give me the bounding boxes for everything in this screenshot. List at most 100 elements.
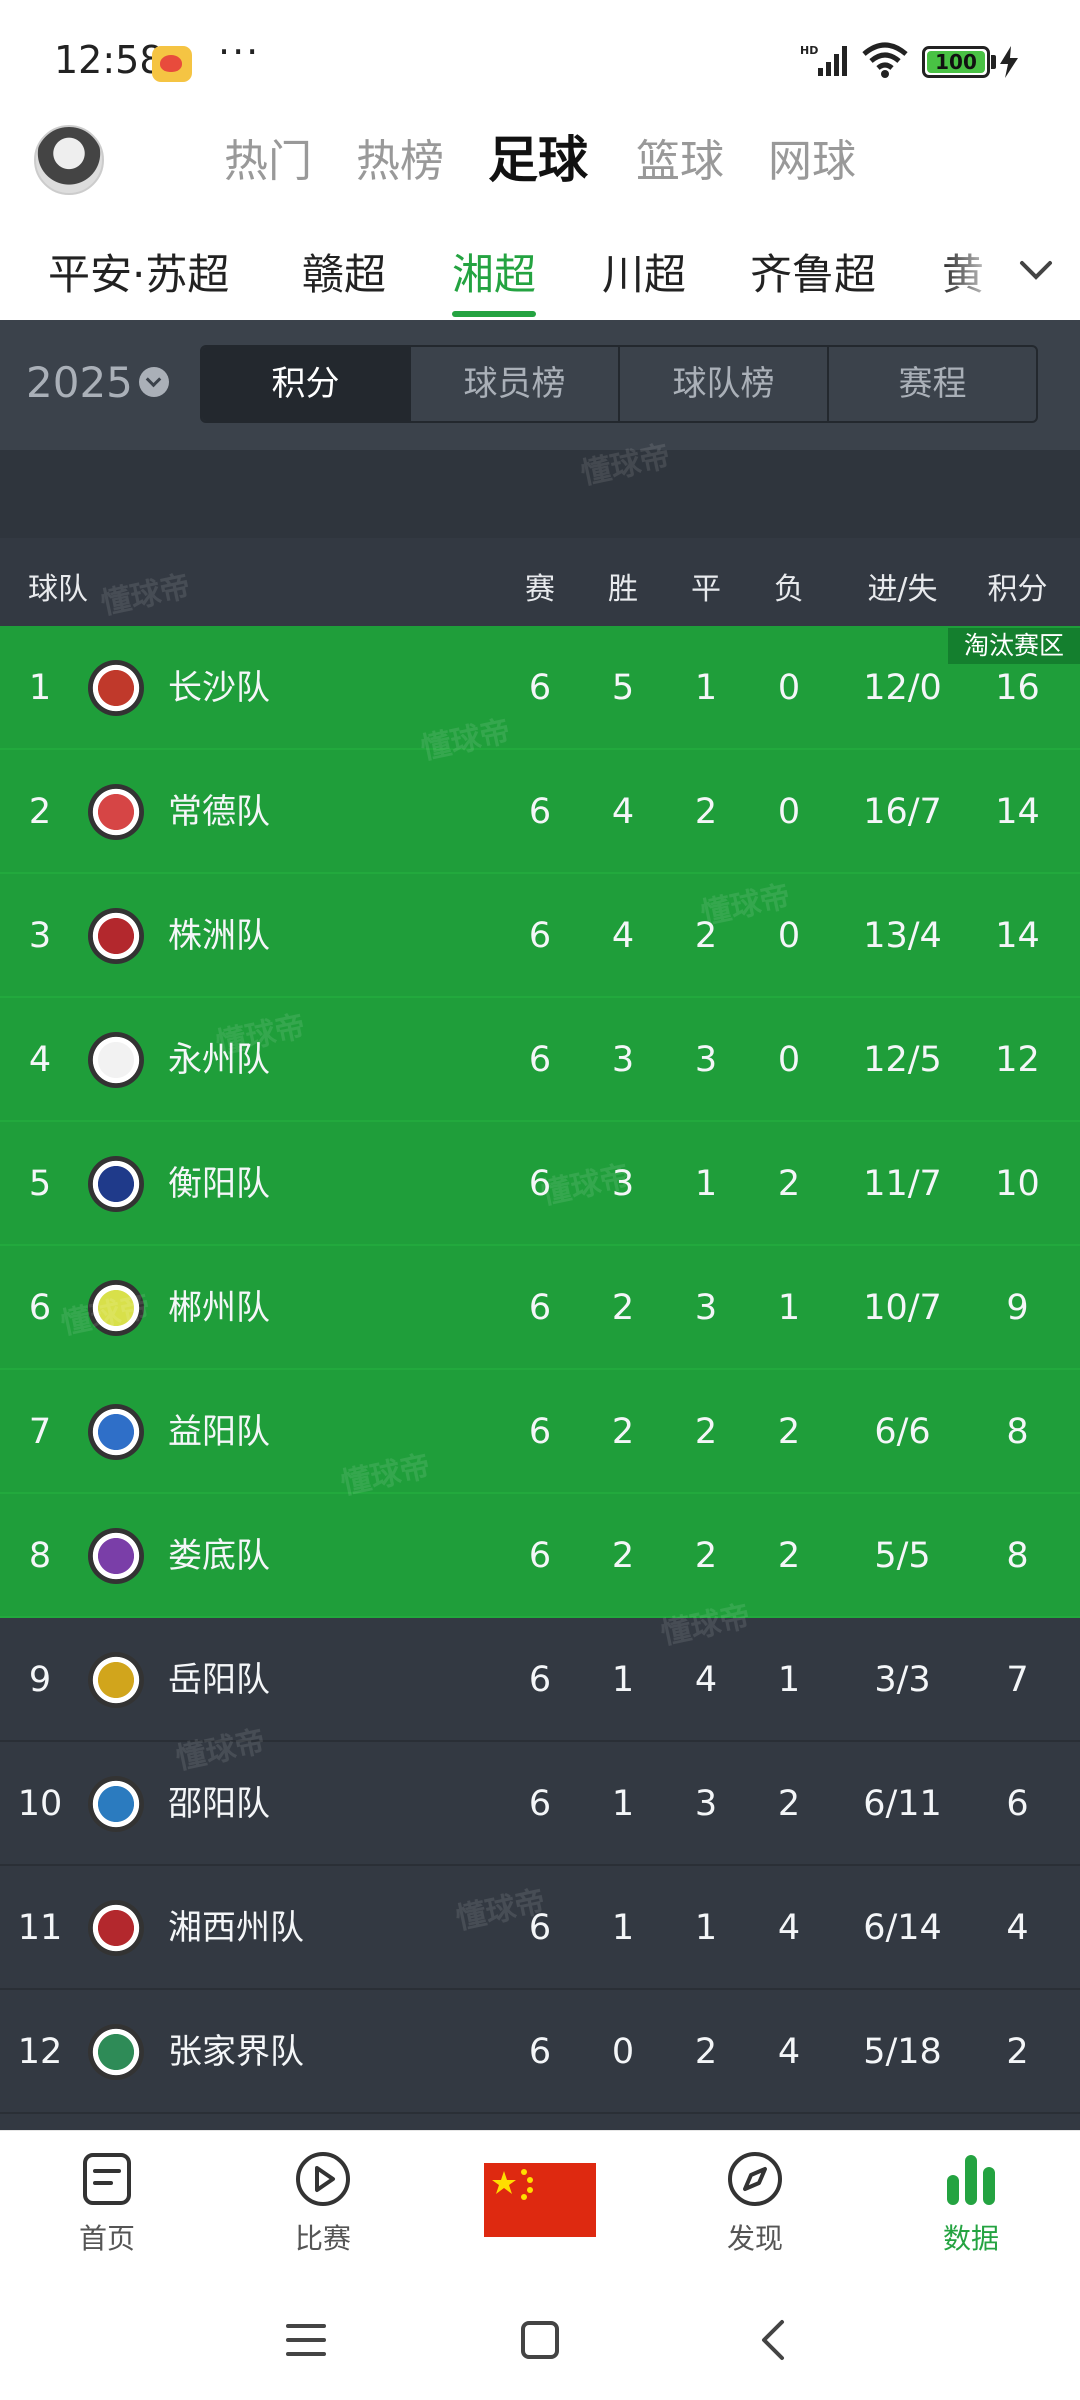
drawn-cell: 3 <box>694 1784 718 1824</box>
lost-cell: 0 <box>777 1040 801 1080</box>
table-row[interactable]: 4 永州队 6 3 3 0 12/5 12 <box>0 998 1080 1122</box>
drawn-cell: 1 <box>694 668 718 708</box>
team-logo-icon <box>88 1156 144 1212</box>
nav-matches[interactable]: 比赛 <box>248 2149 398 2257</box>
team-name-cell: 郴州队 <box>168 1288 270 1328</box>
table-row[interactable]: 12 张家界队 6 0 2 4 5/18 2 <box>0 1990 1080 2114</box>
lost-cell: 2 <box>777 1536 801 1576</box>
team-logo-icon <box>88 908 144 964</box>
league-tab-shandong[interactable]: 齐鲁超 <box>750 241 876 302</box>
table-row[interactable]: 1 长沙队 6 5 1 0 12/0 16 <box>0 626 1080 750</box>
table-row[interactable]: 9 岳阳队 6 1 4 1 3/3 7 <box>0 1618 1080 1742</box>
tab-basketball[interactable]: 篮球 <box>636 125 724 189</box>
won-cell: 2 <box>611 1536 635 1576</box>
tab-football[interactable]: 足球 <box>488 120 588 192</box>
team-logo-icon <box>88 1900 144 1956</box>
knockout-zone-tag: 淘汰赛区 <box>948 628 1080 664</box>
more-notifications-dots: ··· <box>218 30 261 74</box>
league-fade <box>940 225 1080 320</box>
goals-cell: 12/5 <box>863 1040 942 1080</box>
lost-cell: 2 <box>777 1784 801 1824</box>
played-cell: 6 <box>528 916 552 956</box>
won-cell: 3 <box>611 1040 635 1080</box>
tab-tennis[interactable]: 网球 <box>768 125 856 189</box>
points-cell: 7 <box>1006 1660 1029 1700</box>
lost-cell: 2 <box>777 1412 801 1452</box>
menu-icon[interactable] <box>276 2310 336 2370</box>
league-nav: 平安·苏超 赣超 湘超 川超 齐鲁超 黄 <box>0 225 1080 320</box>
nav-label: 数据 <box>942 2222 999 2255</box>
played-cell: 6 <box>528 792 552 832</box>
row-divider <box>0 2112 1080 2114</box>
points-cell: 14 <box>995 916 1040 956</box>
league-tab-hunan[interactable]: 湘超 <box>452 241 536 302</box>
tab-hot[interactable]: 热门 <box>224 125 312 189</box>
lost-cell: 1 <box>777 1660 801 1700</box>
drawn-cell: 3 <box>694 1040 718 1080</box>
nav-label: 比赛 <box>294 2222 351 2255</box>
points-cell: 14 <box>995 792 1040 832</box>
nav-discover[interactable]: 发现 <box>680 2149 830 2257</box>
table-row[interactable]: 2 常德队 6 4 2 0 16/7 14 <box>0 750 1080 874</box>
won-cell: 2 <box>611 1412 635 1452</box>
header-lost: 负 <box>774 572 804 607</box>
home-icon[interactable] <box>510 2310 570 2370</box>
drawn-cell: 2 <box>694 1412 718 1452</box>
points-cell: 8 <box>1006 1412 1029 1452</box>
segment-team-ranking[interactable]: 球队榜 <box>620 347 829 421</box>
chevron-down-icon[interactable] <box>1016 250 1056 290</box>
played-cell: 6 <box>528 1536 552 1576</box>
table-row[interactable]: 8 娄底队 6 2 2 2 5/5 8 <box>0 1494 1080 1618</box>
played-cell: 6 <box>528 1784 552 1824</box>
back-icon[interactable] <box>744 2310 804 2370</box>
won-cell: 1 <box>611 1908 635 1948</box>
segment-standings[interactable]: 积分 <box>202 347 411 421</box>
goals-cell: 12/0 <box>863 668 942 708</box>
rank-cell: 9 <box>28 1660 52 1700</box>
weibo-notification-icon <box>152 46 192 82</box>
header-drawn: 平 <box>691 572 721 607</box>
won-cell: 2 <box>611 1288 635 1328</box>
rank-cell: 4 <box>28 1040 52 1080</box>
header-team: 球队 <box>28 572 88 607</box>
team-logo-icon <box>88 784 144 840</box>
rank-cell: 10 <box>17 1784 63 1824</box>
drawn-cell: 2 <box>694 792 718 832</box>
goals-cell: 3/3 <box>874 1660 931 1700</box>
team-logo-icon <box>88 2024 144 2080</box>
nav-data[interactable]: 数据 <box>896 2149 1046 2257</box>
played-cell: 6 <box>528 1040 552 1080</box>
header-goals: 进/失 <box>867 572 938 607</box>
played-cell: 6 <box>528 2032 552 2072</box>
league-tab-sichuan[interactable]: 川超 <box>602 241 686 302</box>
table-row[interactable]: 7 益阳队 6 2 2 2 6/6 8 <box>0 1370 1080 1494</box>
points-cell: 6 <box>1006 1784 1029 1824</box>
header-played: 赛 <box>525 572 555 607</box>
charging-bolt-icon <box>1000 46 1018 78</box>
lost-cell: 0 <box>777 668 801 708</box>
network-type-label: HD <box>800 44 818 57</box>
rank-cell: 8 <box>28 1536 52 1576</box>
segment-schedule[interactable]: 赛程 <box>829 347 1036 421</box>
team-logo-icon <box>88 1652 144 1708</box>
avatar[interactable] <box>34 125 104 195</box>
stats-segment-control: 积分 球员榜 球队榜 赛程 <box>200 345 1038 423</box>
tab-hot-list[interactable]: 热榜 <box>356 125 444 189</box>
team-name-cell: 长沙队 <box>168 668 270 708</box>
table-row[interactable]: 3 株洲队 6 4 2 0 13/4 14 <box>0 874 1080 998</box>
nav-home[interactable]: 首页 <box>32 2149 182 2257</box>
segment-player-ranking[interactable]: 球员榜 <box>411 347 620 421</box>
year-select[interactable]: 2025 <box>26 358 169 407</box>
china-flag-icon[interactable] <box>484 2163 596 2237</box>
league-tab-jiangsu[interactable]: 平安·苏超 <box>48 241 229 302</box>
table-row[interactable]: 10 邵阳队 6 1 3 2 6/11 6 <box>0 1742 1080 1866</box>
team-logo-icon <box>88 660 144 716</box>
lost-cell: 4 <box>777 2032 801 2072</box>
header-points: 积分 <box>987 572 1048 607</box>
table-row[interactable]: 6 郴州队 6 2 3 1 10/7 9 <box>0 1246 1080 1370</box>
team-name-cell: 衡阳队 <box>168 1164 270 1204</box>
drawn-cell: 3 <box>694 1288 718 1328</box>
lost-cell: 0 <box>777 792 801 832</box>
league-tab-jiangxi[interactable]: 赣超 <box>302 241 386 302</box>
sport-nav: 热门 热榜 足球 篮球 网球 <box>0 115 1080 215</box>
